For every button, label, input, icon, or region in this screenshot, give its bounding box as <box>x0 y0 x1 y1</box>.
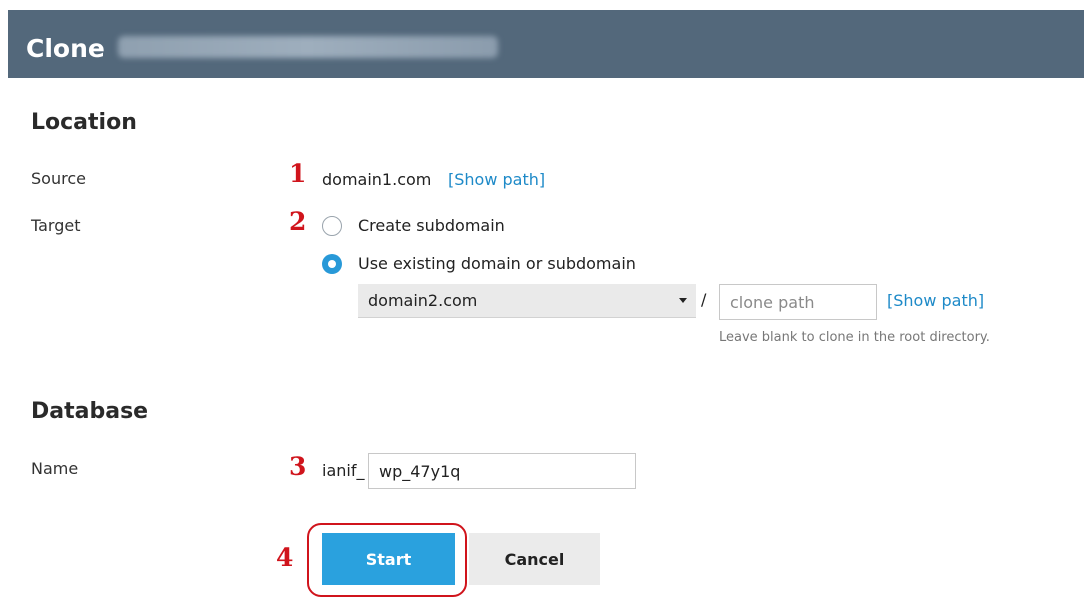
source-show-path-link[interactable]: [Show path] <box>448 170 545 189</box>
domain-select[interactable]: domain2.com <box>358 284 696 318</box>
target-show-path-link[interactable]: [Show path] <box>887 291 984 310</box>
database-heading: Database <box>31 399 149 424</box>
create-subdomain-label[interactable]: Create subdomain <box>358 216 505 235</box>
dialog-title: Clone <box>26 34 105 63</box>
cancel-button[interactable]: Cancel <box>469 533 600 585</box>
source-label: Source <box>31 169 86 188</box>
clone-path-input[interactable] <box>719 284 877 320</box>
path-separator: / <box>701 290 707 309</box>
blurred-title-suffix <box>118 36 498 58</box>
step-number-4: 4 <box>276 543 294 572</box>
database-name-label: Name <box>31 459 79 478</box>
database-name-input[interactable] <box>368 453 636 489</box>
use-existing-domain-radio[interactable] <box>322 254 342 274</box>
source-domain: domain1.com <box>322 170 432 189</box>
use-existing-domain-label[interactable]: Use existing domain or subdomain <box>358 254 636 273</box>
database-name-prefix: ianif_ <box>322 461 365 480</box>
start-button[interactable]: Start <box>322 533 455 585</box>
clone-path-hint: Leave blank to clone in the root directo… <box>719 330 990 345</box>
step-number-1: 1 <box>289 159 307 188</box>
step-number-2: 2 <box>289 207 307 236</box>
chevron-down-icon <box>679 298 687 303</box>
step-number-3: 3 <box>289 452 307 481</box>
location-heading: Location <box>31 110 137 135</box>
domain-select-value: domain2.com <box>368 291 478 310</box>
create-subdomain-radio[interactable] <box>322 216 342 236</box>
target-label: Target <box>31 216 81 235</box>
